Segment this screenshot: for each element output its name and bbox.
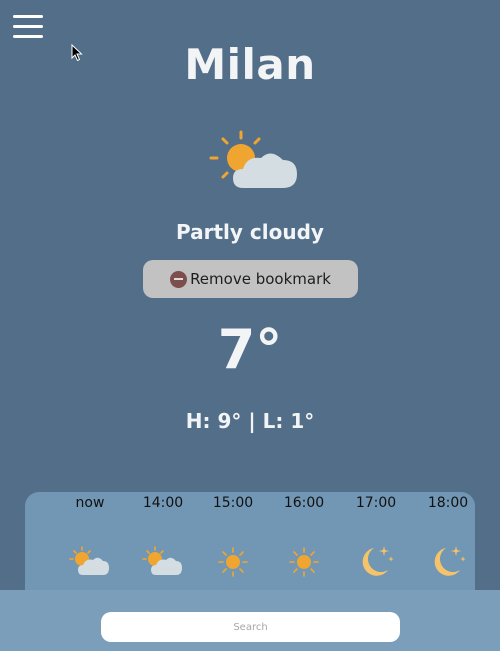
menu-bar bbox=[13, 15, 43, 18]
hour-time: 17:00 bbox=[355, 495, 397, 511]
hour-time: 15:00 bbox=[212, 495, 254, 511]
hourly-item: 15:00 bbox=[200, 492, 266, 577]
high-low-temperature: H: 9° | L: 1° bbox=[185, 409, 315, 433]
hourly-item: 18:00 bbox=[415, 492, 475, 576]
minus-circle-icon bbox=[170, 270, 188, 288]
hourly-item: now bbox=[57, 492, 123, 575]
hour-time: 18:00 bbox=[427, 495, 469, 511]
moon-stars-icon bbox=[362, 546, 394, 576]
remove-bookmark-label: Remove bookmark bbox=[190, 270, 331, 288]
hourly-item: 17:00 bbox=[343, 492, 409, 576]
moon-stars-icon bbox=[434, 546, 466, 576]
city-name: Milan bbox=[184, 40, 316, 89]
partly-cloudy-icon bbox=[142, 546, 182, 575]
hourly-item: 14:00 bbox=[130, 492, 196, 575]
weather-condition: Partly cloudy bbox=[176, 220, 324, 244]
menu-bar bbox=[13, 35, 43, 38]
search-input[interactable] bbox=[101, 612, 400, 642]
hourly-item: 16:00 bbox=[271, 492, 337, 577]
sun-icon bbox=[289, 547, 319, 577]
hour-time: now bbox=[75, 495, 105, 511]
partly-cloudy-icon bbox=[209, 130, 297, 188]
remove-bookmark-button[interactable]: Remove bookmark bbox=[143, 260, 358, 298]
menu-bar bbox=[13, 25, 43, 28]
partly-cloudy-icon bbox=[69, 546, 109, 575]
hamburger-menu-icon[interactable] bbox=[13, 14, 43, 38]
current-temperature: 7° bbox=[217, 318, 283, 381]
hour-time: 14:00 bbox=[142, 495, 184, 511]
sun-icon bbox=[218, 547, 248, 577]
hour-time: 16:00 bbox=[283, 495, 325, 511]
